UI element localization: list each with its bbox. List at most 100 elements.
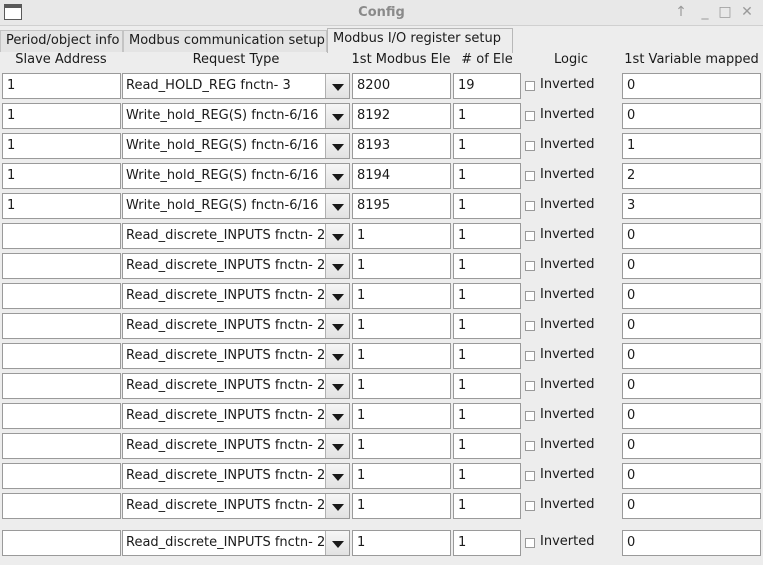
dropdown-arrow-icon[interactable] bbox=[325, 434, 349, 458]
dropdown-arrow-icon[interactable] bbox=[325, 531, 349, 555]
inverted-checkbox[interactable]: Inverted bbox=[525, 463, 617, 489]
request-type-select[interactable]: Read_discrete_INPUTS fnctn- 2 bbox=[122, 463, 350, 489]
dropdown-arrow-icon[interactable] bbox=[325, 224, 349, 248]
element-count-input[interactable]: 1 bbox=[453, 463, 521, 489]
inverted-checkbox[interactable]: Inverted bbox=[525, 103, 617, 129]
slave-address-input[interactable]: 1 bbox=[2, 73, 121, 99]
slave-address-input[interactable]: 1 bbox=[2, 133, 121, 159]
slave-address-input[interactable] bbox=[2, 313, 121, 339]
checkbox-box[interactable] bbox=[525, 351, 535, 361]
request-type-select[interactable]: Write_hold_REG(S) fnctn-6/16 bbox=[122, 163, 350, 189]
inverted-checkbox[interactable]: Inverted bbox=[525, 373, 617, 399]
request-type-select[interactable]: Read_discrete_INPUTS fnctn- 2 bbox=[122, 373, 350, 399]
first-variable-mapped-input[interactable]: 0 bbox=[622, 403, 761, 429]
checkbox-box[interactable] bbox=[525, 261, 535, 271]
element-count-input[interactable]: 1 bbox=[453, 373, 521, 399]
first-variable-mapped-input[interactable]: 0 bbox=[622, 433, 761, 459]
request-type-select[interactable]: Read_discrete_INPUTS fnctn- 2 bbox=[122, 283, 350, 309]
first-variable-mapped-input[interactable]: 0 bbox=[622, 283, 761, 309]
keep-above-icon[interactable]: ↑ bbox=[672, 3, 690, 21]
element-count-input[interactable]: 1 bbox=[453, 103, 521, 129]
dropdown-arrow-icon[interactable] bbox=[325, 494, 349, 518]
dropdown-arrow-icon[interactable] bbox=[325, 344, 349, 368]
request-type-select[interactable]: Read_discrete_INPUTS fnctn- 2 bbox=[122, 223, 350, 249]
request-type-select[interactable]: Write_hold_REG(S) fnctn-6/16 bbox=[122, 193, 350, 219]
first-variable-mapped-input[interactable]: 0 bbox=[622, 530, 761, 556]
first-modbus-element-input[interactable]: 1 bbox=[352, 223, 451, 249]
first-variable-mapped-input[interactable]: 0 bbox=[622, 463, 761, 489]
slave-address-input[interactable] bbox=[2, 403, 121, 429]
request-type-select[interactable]: Read_discrete_INPUTS fnctn- 2 bbox=[122, 253, 350, 279]
element-count-input[interactable]: 1 bbox=[453, 163, 521, 189]
dropdown-arrow-icon[interactable] bbox=[325, 374, 349, 398]
inverted-checkbox[interactable]: Inverted bbox=[525, 433, 617, 459]
first-modbus-element-input[interactable]: 8195 bbox=[352, 193, 451, 219]
checkbox-box[interactable] bbox=[525, 441, 535, 451]
first-variable-mapped-input[interactable]: 1 bbox=[622, 133, 761, 159]
first-variable-mapped-input[interactable]: 0 bbox=[622, 343, 761, 369]
first-modbus-element-input[interactable]: 1 bbox=[352, 530, 451, 556]
first-modbus-element-input[interactable]: 8200 bbox=[352, 73, 451, 99]
first-variable-mapped-input[interactable]: 3 bbox=[622, 193, 761, 219]
checkbox-box[interactable] bbox=[525, 231, 535, 241]
checkbox-box[interactable] bbox=[525, 321, 535, 331]
first-variable-mapped-input[interactable]: 0 bbox=[622, 223, 761, 249]
checkbox-box[interactable] bbox=[525, 538, 535, 548]
first-modbus-element-input[interactable]: 1 bbox=[352, 403, 451, 429]
element-count-input[interactable]: 1 bbox=[453, 433, 521, 459]
slave-address-input[interactable] bbox=[2, 433, 121, 459]
request-type-select[interactable]: Read_discrete_INPUTS fnctn- 2 bbox=[122, 433, 350, 459]
request-type-select[interactable]: Read_discrete_INPUTS fnctn- 2 bbox=[122, 343, 350, 369]
first-modbus-element-input[interactable]: 8192 bbox=[352, 103, 451, 129]
minimize-icon[interactable]: _ bbox=[696, 3, 714, 21]
checkbox-box[interactable] bbox=[525, 111, 535, 121]
element-count-input[interactable]: 1 bbox=[453, 530, 521, 556]
request-type-select[interactable]: Read_HOLD_REG fnctn- 3 bbox=[122, 73, 350, 99]
slave-address-input[interactable] bbox=[2, 373, 121, 399]
dropdown-arrow-icon[interactable] bbox=[325, 194, 349, 218]
slave-address-input[interactable] bbox=[2, 463, 121, 489]
first-modbus-element-input[interactable]: 8194 bbox=[352, 163, 451, 189]
request-type-select[interactable]: Read_discrete_INPUTS fnctn- 2 bbox=[122, 493, 350, 519]
inverted-checkbox[interactable]: Inverted bbox=[525, 193, 617, 219]
tab-modbus-io-register-setup[interactable]: Modbus I/O register setup bbox=[327, 28, 513, 53]
checkbox-box[interactable] bbox=[525, 501, 535, 511]
slave-address-input[interactable] bbox=[2, 283, 121, 309]
first-modbus-element-input[interactable]: 1 bbox=[352, 253, 451, 279]
first-variable-mapped-input[interactable]: 2 bbox=[622, 163, 761, 189]
slave-address-input[interactable]: 1 bbox=[2, 193, 121, 219]
request-type-select[interactable]: Read_discrete_INPUTS fnctn- 2 bbox=[122, 530, 350, 556]
inverted-checkbox[interactable]: Inverted bbox=[525, 163, 617, 189]
dropdown-arrow-icon[interactable] bbox=[325, 404, 349, 428]
dropdown-arrow-icon[interactable] bbox=[325, 134, 349, 158]
inverted-checkbox[interactable]: Inverted bbox=[525, 73, 617, 99]
checkbox-box[interactable] bbox=[525, 291, 535, 301]
tab-period-object-info[interactable]: Period/object info bbox=[0, 30, 123, 52]
inverted-checkbox[interactable]: Inverted bbox=[525, 313, 617, 339]
first-modbus-element-input[interactable]: 1 bbox=[352, 433, 451, 459]
element-count-input[interactable]: 1 bbox=[453, 253, 521, 279]
inverted-checkbox[interactable]: Inverted bbox=[525, 253, 617, 279]
element-count-input[interactable]: 1 bbox=[453, 313, 521, 339]
first-modbus-element-input[interactable]: 1 bbox=[352, 373, 451, 399]
request-type-select[interactable]: Read_discrete_INPUTS fnctn- 2 bbox=[122, 403, 350, 429]
element-count-input[interactable]: 1 bbox=[453, 343, 521, 369]
slave-address-input[interactable] bbox=[2, 253, 121, 279]
element-count-input[interactable]: 1 bbox=[453, 493, 521, 519]
request-type-select[interactable]: Write_hold_REG(S) fnctn-6/16 bbox=[122, 133, 350, 159]
first-modbus-element-input[interactable]: 1 bbox=[352, 283, 451, 309]
first-variable-mapped-input[interactable]: 0 bbox=[622, 493, 761, 519]
element-count-input[interactable]: 1 bbox=[453, 403, 521, 429]
checkbox-box[interactable] bbox=[525, 201, 535, 211]
element-count-input[interactable]: 1 bbox=[453, 133, 521, 159]
first-variable-mapped-input[interactable]: 0 bbox=[622, 313, 761, 339]
slave-address-input[interactable] bbox=[2, 343, 121, 369]
checkbox-box[interactable] bbox=[525, 81, 535, 91]
checkbox-box[interactable] bbox=[525, 411, 535, 421]
slave-address-input[interactable] bbox=[2, 530, 121, 556]
dropdown-arrow-icon[interactable] bbox=[325, 464, 349, 488]
first-modbus-element-input[interactable]: 8193 bbox=[352, 133, 451, 159]
inverted-checkbox[interactable]: Inverted bbox=[525, 283, 617, 309]
inverted-checkbox[interactable]: Inverted bbox=[525, 493, 617, 519]
first-variable-mapped-input[interactable]: 0 bbox=[622, 73, 761, 99]
